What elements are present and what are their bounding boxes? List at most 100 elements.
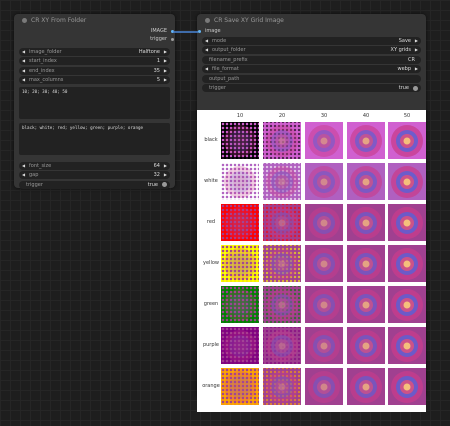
decrement-arrow-icon[interactable]: ◀ (22, 162, 25, 170)
halftone-ring (362, 301, 370, 308)
halftone-ring (362, 178, 370, 185)
output-trigger[interactable]: trigger (14, 35, 175, 43)
grid-cell (263, 204, 301, 241)
halftone-ring (403, 342, 411, 349)
halftone-ring (237, 219, 244, 226)
halftone-ring (362, 342, 370, 349)
trigger-output-slot-icon[interactable] (171, 37, 174, 41)
column-header: 50 (403, 113, 411, 119)
increment-arrow-icon[interactable]: ▶ (164, 171, 167, 179)
halftone-ring (278, 219, 286, 226)
grid-cell (347, 286, 385, 323)
grid-cell (263, 245, 301, 282)
halftone-ring (403, 260, 411, 267)
decrement-arrow-icon[interactable]: ◀ (22, 48, 25, 56)
column-header: 40 (362, 113, 370, 119)
node-title[interactable]: CR XY From Folder (14, 14, 175, 27)
halftone-ring (362, 137, 370, 144)
output-folder-combo[interactable]: ◀ output_folder XY grids ▶ (202, 46, 421, 54)
column-header: 30 (320, 113, 328, 119)
max-columns-number[interactable]: ◀ max_columns 5 ▶ (19, 76, 170, 84)
decrement-arrow-icon[interactable]: ◀ (205, 65, 208, 73)
grid-cell (305, 163, 343, 200)
increment-arrow-icon[interactable]: ▶ (164, 57, 167, 65)
halftone-ring (403, 383, 411, 390)
increment-arrow-icon[interactable]: ▶ (415, 37, 418, 45)
decrement-arrow-icon[interactable]: ◀ (205, 37, 208, 45)
grid-cell (347, 368, 385, 405)
halftone-ring (278, 342, 286, 349)
grid-cell (347, 163, 385, 200)
halftone-ring (320, 137, 328, 144)
grid-cell (263, 122, 301, 159)
halftone-ring (320, 383, 328, 390)
halftone-ring (320, 178, 328, 185)
grid-cell (388, 368, 426, 405)
halftone-ring (278, 137, 286, 144)
increment-arrow-icon[interactable]: ▶ (164, 48, 167, 56)
halftone-ring (403, 137, 411, 144)
increment-arrow-icon[interactable]: ▶ (164, 67, 167, 75)
font-size-number[interactable]: ◀ font_size 64 ▶ (19, 161, 170, 170)
grid-cell (221, 286, 259, 323)
halftone-ring (237, 383, 244, 390)
increment-arrow-icon[interactable]: ▶ (164, 76, 167, 84)
file-format-combo[interactable]: ◀ file_format webp ▶ (202, 65, 421, 73)
start-index-number[interactable]: ◀ start_index 1 ▶ (19, 57, 170, 65)
increment-arrow-icon[interactable]: ▶ (415, 65, 418, 73)
gap-number[interactable]: ◀ gap 32 ▶ (19, 171, 170, 179)
image-output-slot-icon[interactable] (171, 29, 174, 33)
grid-cell (221, 327, 259, 364)
decrement-arrow-icon[interactable]: ◀ (22, 67, 25, 75)
grid-cell (305, 368, 343, 405)
output-path-field[interactable]: output_path (202, 74, 421, 83)
grid-cell (221, 204, 259, 241)
grid-cell (347, 204, 385, 241)
filename-prefix-field[interactable]: filename_prefix CR (202, 55, 421, 64)
grid-cell (221, 245, 259, 282)
increment-arrow-icon[interactable]: ▶ (415, 46, 418, 54)
halftone-ring (237, 342, 244, 349)
trigger-toggle[interactable]: trigger true (19, 180, 170, 189)
grid-cell (263, 327, 301, 364)
end-index-number[interactable]: ◀ end_index 35 ▶ (19, 66, 170, 75)
grid-cell (388, 204, 426, 241)
decrement-arrow-icon[interactable]: ◀ (22, 76, 25, 84)
column-header: 10 (236, 113, 244, 119)
halftone-ring (362, 260, 370, 267)
xy-from-folder-node[interactable]: CR XY From Folder IMAGE trigger ◀ image_… (14, 14, 175, 189)
output-image[interactable]: IMAGE (14, 27, 175, 35)
grid-cell (221, 368, 259, 405)
image-input-slot-icon[interactable] (198, 29, 201, 33)
toggle-knob-icon[interactable] (413, 85, 418, 91)
grid-cell (263, 163, 301, 200)
halftone-ring (403, 301, 411, 308)
collapse-dot-icon[interactable] (205, 18, 210, 23)
trigger-toggle[interactable]: trigger true (202, 84, 421, 92)
decrement-arrow-icon[interactable]: ◀ (22, 171, 25, 179)
grid-cell (263, 368, 301, 405)
halftone-ring (362, 383, 370, 390)
decrement-arrow-icon[interactable]: ◀ (22, 57, 25, 65)
halftone-ring (362, 219, 370, 226)
halftone-ring (320, 301, 328, 308)
decrement-arrow-icon[interactable]: ◀ (205, 46, 208, 54)
halftone-ring (237, 301, 244, 308)
grid-cell (263, 286, 301, 323)
grid-cell (305, 204, 343, 241)
grid-cell (305, 327, 343, 364)
row-text-area[interactable]: black; white; red; yellow; green; purple… (19, 123, 170, 155)
increment-arrow-icon[interactable]: ▶ (164, 162, 167, 170)
save-xy-grid-node[interactable]: CR Save XY Grid Image image ◀ mode Save … (197, 14, 426, 412)
input-image[interactable]: image (197, 27, 426, 35)
column-text-area[interactable]: 10; 20; 30; 40; 50 (19, 87, 170, 119)
collapse-dot-icon[interactable] (22, 18, 27, 23)
halftone-ring (403, 219, 411, 226)
grid-cell (221, 122, 259, 159)
mode-combo[interactable]: ◀ mode Save ▶ (202, 36, 421, 45)
grid-cell (388, 122, 426, 159)
image-folder-combo[interactable]: ◀ image_folder Halftone ▶ (19, 47, 170, 56)
grid-cell (347, 122, 385, 159)
node-title[interactable]: CR Save XY Grid Image (197, 14, 426, 27)
toggle-knob-icon[interactable] (162, 182, 167, 187)
